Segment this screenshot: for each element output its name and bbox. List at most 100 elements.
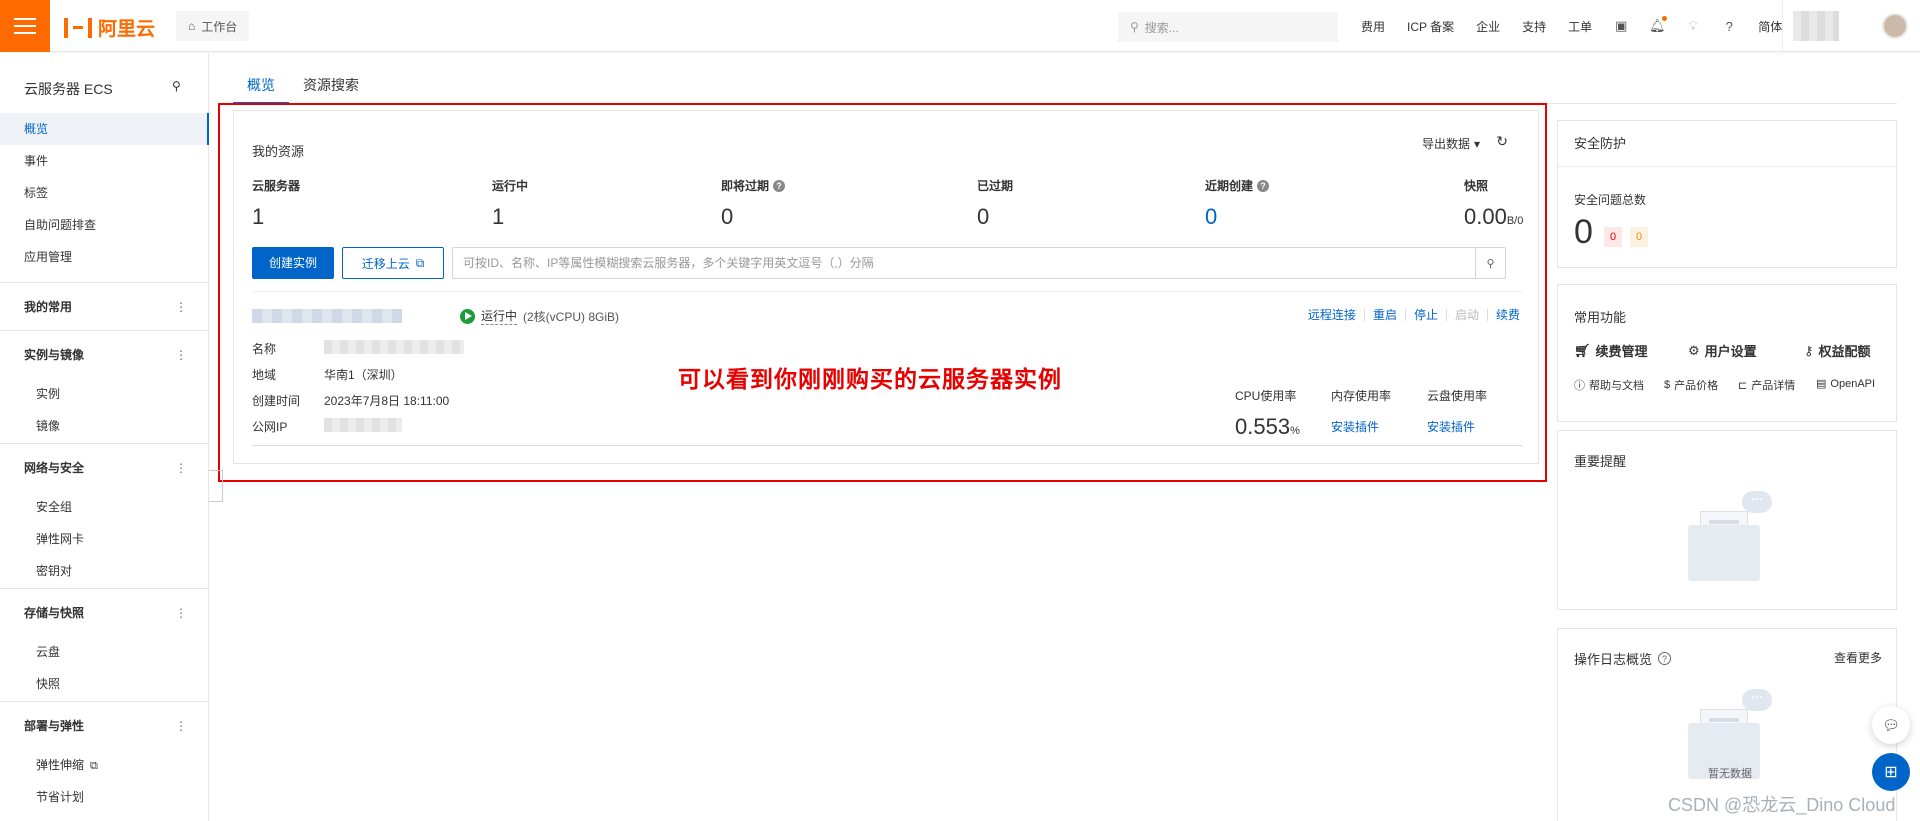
metric-disk: 云盘使用率 安装插件 <box>1427 389 1488 435</box>
stat-expiring[interactable]: 即将过期? 0 <box>721 177 786 230</box>
sidebar-item-troubleshoot[interactable]: 自助问题排查 <box>0 209 209 241</box>
avatar[interactable] <box>1882 13 1908 39</box>
sidebar-item-autoscaling[interactable]: 弹性伸缩 ⧉ <box>0 749 209 781</box>
help-icon[interactable]: ? <box>1721 18 1737 34</box>
gear-icon: ⚙ <box>1688 342 1700 358</box>
stat-expired[interactable]: 已过期 0 <box>977 177 1013 230</box>
sidebar: 云服务器 ECS ⚲ 概览 事件 标签 自助问题排查 应用管理 我的常用 ⋮ 实例… <box>0 53 209 821</box>
sidebar-group-favorites: 我的常用 ⋮ <box>0 282 209 330</box>
renewal-management-link[interactable]: 🛒︎ 续费管理 <box>1574 341 1648 360</box>
tab-resource-search[interactable]: 资源搜索 <box>289 66 373 104</box>
apps-grid-icon[interactable]: ⊞ <box>1872 753 1910 791</box>
sidebar-group-label[interactable]: 存储与快照 ⋮ <box>0 588 209 636</box>
terminal-icon[interactable]: ▣ <box>1613 18 1629 34</box>
more-icon[interactable]: ⋮ <box>175 283 187 331</box>
nav-fee[interactable]: 费用 <box>1350 18 1396 35</box>
help-docs-link[interactable]: ⓘ 帮助与文档 <box>1574 377 1644 393</box>
install-plugin-link[interactable]: 安装插件 <box>1427 418 1487 435</box>
home-icon: ⌂ <box>188 19 196 33</box>
product-detail-link[interactable]: ⊏ 产品详情 <box>1738 377 1795 393</box>
quota-link[interactable]: ⚷ 权益配额 <box>1804 341 1871 360</box>
sidebar-group-instances: 实例与镜像 ⋮ 实例 镜像 <box>0 330 209 442</box>
sidebar-item-eni[interactable]: 弹性网卡 <box>0 523 209 555</box>
more-icon[interactable]: ⋮ <box>175 702 187 750</box>
bracket-icon: ⊏ <box>1738 379 1748 392</box>
bell-icon[interactable]: 🔔︎ <box>1649 16 1668 34</box>
nav-enterprise[interactable]: 企业 <box>1465 18 1511 35</box>
info-icon: ⓘ <box>1574 380 1585 392</box>
nav-support[interactable]: 支持 <box>1511 18 1557 35</box>
sidebar-item-disks[interactable]: 云盘 <box>0 636 209 668</box>
detail-ip: 公网IP <box>252 418 402 435</box>
user-menu[interactable] <box>1782 0 1920 52</box>
sidebar-search-icon[interactable]: ⚲ <box>172 79 181 93</box>
sidebar-item-snapshots[interactable]: 快照 <box>0 668 209 700</box>
workbench-button[interactable]: ⌂ 工作台 <box>176 11 250 41</box>
lightbulb-icon[interactable]: 💡︎ <box>1685 18 1701 34</box>
resources-title: 我的资源 <box>252 144 305 159</box>
more-icon[interactable]: ⋮ <box>175 589 187 637</box>
help-icon[interactable]: ? <box>773 179 786 192</box>
stat-recent[interactable]: 近期创建? 0 <box>1205 177 1270 230</box>
sidebar-item-overview[interactable]: 概览 <box>0 113 209 145</box>
sidebar-item-apps[interactable]: 应用管理 <box>0 241 209 273</box>
sidebar-item-savings-plan[interactable]: 节省计划 <box>0 781 209 813</box>
sidebar-item-events[interactable]: 事件 <box>0 145 209 177</box>
restart-button[interactable]: 重启 <box>1365 309 1406 321</box>
openapi-link[interactable]: ▤ OpenAPI <box>1816 377 1875 391</box>
help-icon[interactable]: ? <box>1257 179 1270 192</box>
search-icon: ⚲ <box>1130 20 1139 34</box>
sidebar-item-keypair[interactable]: 密钥对 <box>0 555 209 587</box>
top-search-input[interactable]: ⚲ 搜索... <box>1118 12 1338 42</box>
metric-memory: 内存使用率 安装插件 <box>1331 389 1392 435</box>
sidebar-item-instances[interactable]: 实例 <box>0 378 209 410</box>
remote-connect-button[interactable]: 远程连接 <box>1300 309 1365 321</box>
sidebar-group-label[interactable]: 网络与安全 ⋮ <box>0 443 209 491</box>
view-more-link[interactable]: 查看更多 <box>1834 649 1882 666</box>
cart-icon: 🛒︎ <box>1574 342 1591 358</box>
security-total[interactable]: 0 <box>1574 213 1593 252</box>
sidebar-group-label[interactable]: 实例与镜像 ⋮ <box>0 330 209 378</box>
tab-overview[interactable]: 概览 <box>233 66 289 104</box>
search-icon[interactable]: ⚲ <box>1475 248 1505 278</box>
instance-search-input[interactable] <box>453 248 1453 278</box>
sidebar-group-label[interactable]: 部署与弹性 ⋮ <box>0 701 209 749</box>
pricing-link[interactable]: $ 产品价格 <box>1664 377 1718 393</box>
create-instance-button[interactable]: 创建实例 <box>252 247 334 279</box>
menu-button[interactable] <box>0 0 50 52</box>
instance-id-redacted[interactable] <box>252 309 402 323</box>
start-button[interactable]: 启动 <box>1447 309 1488 321</box>
migrate-button[interactable]: 迁移上云 ⧉ <box>342 247 444 279</box>
more-icon[interactable]: ⋮ <box>175 331 187 379</box>
running-icon <box>460 308 475 324</box>
export-data-dropdown[interactable]: 导出数据 ▾ <box>1422 135 1480 152</box>
stat-servers[interactable]: 云服务器 1 <box>252 177 300 230</box>
api-icon: ▤ <box>1816 378 1827 390</box>
stat-running[interactable]: 运行中 1 <box>492 177 528 230</box>
high-risk-badge[interactable]: 0 <box>1604 227 1623 247</box>
stop-button[interactable]: 停止 <box>1406 309 1447 321</box>
user-name-redacted <box>1793 11 1839 41</box>
nav-icp[interactable]: ICP 备案 <box>1396 18 1465 35</box>
more-icon[interactable]: ⋮ <box>175 444 187 492</box>
nav-ticket[interactable]: 工单 <box>1557 18 1603 35</box>
stat-snapshots[interactable]: 快照 0.00B/0 <box>1464 177 1523 230</box>
refresh-icon[interactable]: ↻ <box>1496 133 1508 150</box>
sidebar-group-label[interactable]: 我的常用 ⋮ <box>0 282 209 330</box>
my-resources-card: 我的资源 导出数据 ▾ ↻ 云服务器 1 运行中 1 即将过期? 0 已过期 0… <box>233 110 1539 464</box>
instance-actions: 远程连接 重启 停止 启动 续费 <box>1300 309 1520 321</box>
install-plugin-link[interactable]: 安装插件 <box>1331 418 1391 435</box>
sidebar-item-images[interactable]: 镜像 <box>0 410 209 442</box>
sidebar-item-tags[interactable]: 标签 <box>0 177 209 209</box>
mid-risk-badge[interactable]: 0 <box>1630 227 1649 247</box>
chat-icon[interactable]: 💬︎ <box>1872 706 1910 744</box>
instance-metrics: CPU使用率 0.553% 内存使用率 安装插件 云盘使用率 安装插件 <box>1235 387 1525 447</box>
renew-button[interactable]: 续费 <box>1488 309 1520 321</box>
top-bar: 阿里云 ⌂ 工作台 ⚲ 搜索... 费用 ICP 备案 企业 支持 工单 ▣ 🔔… <box>0 0 1920 52</box>
user-settings-link[interactable]: ⚙ 用户设置 <box>1688 341 1757 360</box>
sidebar-item-security-group[interactable]: 安全组 <box>0 491 209 523</box>
external-link-icon: ⧉ <box>90 760 98 772</box>
help-icon[interactable]: ? <box>1658 652 1672 665</box>
aliyun-logo[interactable]: 阿里云 <box>64 14 155 41</box>
sidebar-group-deploy: 部署与弹性 ⋮ 弹性伸缩 ⧉ 节省计划 <box>0 701 209 813</box>
